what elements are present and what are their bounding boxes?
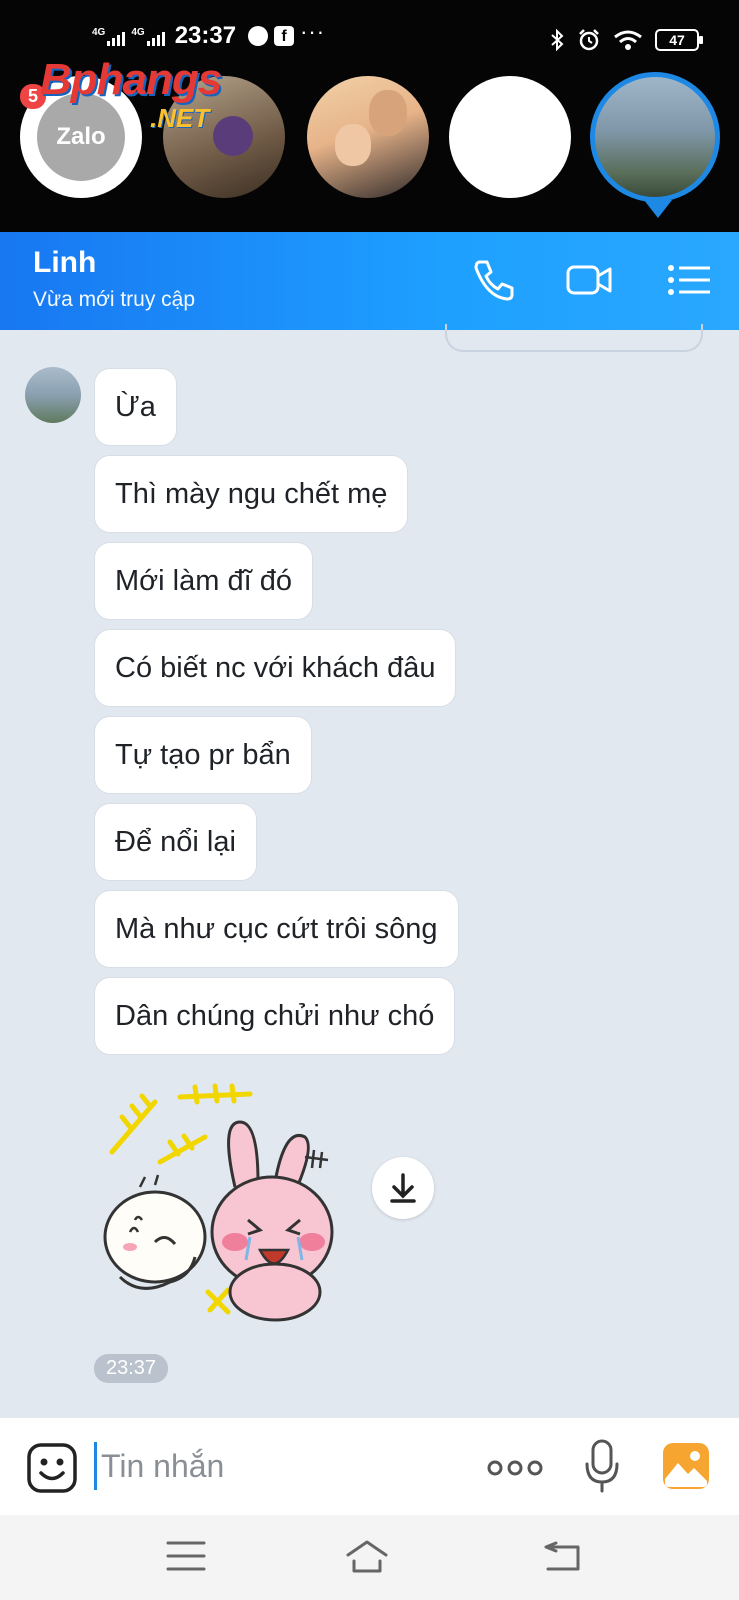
chat-head-4[interactable] <box>449 76 571 198</box>
rabbit-sticker[interactable] <box>100 1082 360 1327</box>
watermark-logo: Bphangs <box>40 55 222 104</box>
phone-icon[interactable] <box>470 256 518 304</box>
facebook-icon: f <box>274 26 295 46</box>
emoji-icon[interactable] <box>26 1442 78 1494</box>
messenger-icon <box>248 26 269 46</box>
message-bubble[interactable]: Có biết nc với khách đâu <box>94 629 457 707</box>
message-bubble[interactable]: Mới làm đĩ đó <box>94 542 313 620</box>
message-list[interactable]: Ừa Thì mày ngu chết mẹ Mới làm đĩ đó Có … <box>0 324 739 1417</box>
contact-status: Vừa mới truy cập <box>33 288 196 311</box>
signal-1: 4G <box>92 26 126 46</box>
nav-back-icon[interactable] <box>542 1537 586 1575</box>
more-dots-icon[interactable] <box>487 1456 543 1480</box>
message-bubble[interactable]: Mà như cục cứt trôi sông <box>94 890 459 968</box>
clock: 23:37 <box>174 22 237 49</box>
message-bubble[interactable]: Để nổi lại <box>94 803 257 881</box>
signal-bars-icon <box>107 31 126 46</box>
network-type-2: 4G <box>131 26 145 38</box>
chat-head-active[interactable] <box>590 72 720 202</box>
signal-2: 4G <box>131 26 165 46</box>
microphone-icon[interactable] <box>584 1438 620 1494</box>
wifi-icon <box>614 30 642 50</box>
contact-avatar[interactable] <box>25 367 81 423</box>
nav-menu-icon[interactable] <box>164 1537 208 1575</box>
previous-time-pill <box>445 324 703 352</box>
message-time: 23:37 <box>94 1354 169 1383</box>
network-type-1: 4G <box>92 26 106 38</box>
system-nav-bar <box>0 1515 739 1600</box>
watermark-domain: .NET <box>150 103 210 133</box>
nav-home-icon[interactable] <box>345 1537 389 1575</box>
more-notifications: ··· <box>300 19 326 44</box>
message-bubble[interactable]: Ừa <box>94 368 177 446</box>
chat-header: Linh Vừa mới truy cập <box>0 232 739 330</box>
active-head-pointer <box>644 200 672 218</box>
zalo-logo: Zalo <box>37 93 125 181</box>
battery-icon: 47 <box>655 29 703 51</box>
status-bar: 4G 4G 23:37 f ··· 47 <box>0 19 739 58</box>
message-bubble[interactable]: Tự tạo pr bẩn <box>94 716 312 794</box>
alarm-icon <box>579 29 599 51</box>
message-input[interactable] <box>94 1442 454 1490</box>
image-icon[interactable] <box>661 1441 711 1491</box>
signal-bars-icon <box>146 31 165 46</box>
message-bubble[interactable]: Dân chúng chửi như chó <box>94 977 456 1055</box>
chat-heads-overlay: 4G 4G 23:37 f ··· 47 Zalo 5 Bphangs .NET <box>0 0 739 232</box>
status-right: 47 <box>549 28 703 52</box>
download-icon <box>390 1173 416 1203</box>
status-left: 4G 4G 23:37 f ··· <box>92 19 326 50</box>
composer-bar <box>0 1417 739 1515</box>
bluetooth-icon <box>551 29 564 51</box>
list-menu-icon[interactable] <box>666 256 714 304</box>
contact-name: Linh <box>33 246 97 279</box>
video-icon[interactable] <box>565 256 613 304</box>
sticker-download-button[interactable] <box>372 1157 434 1219</box>
message-bubble[interactable]: Thì mày ngu chết mẹ <box>94 455 409 533</box>
chat-head-3[interactable] <box>307 76 429 198</box>
